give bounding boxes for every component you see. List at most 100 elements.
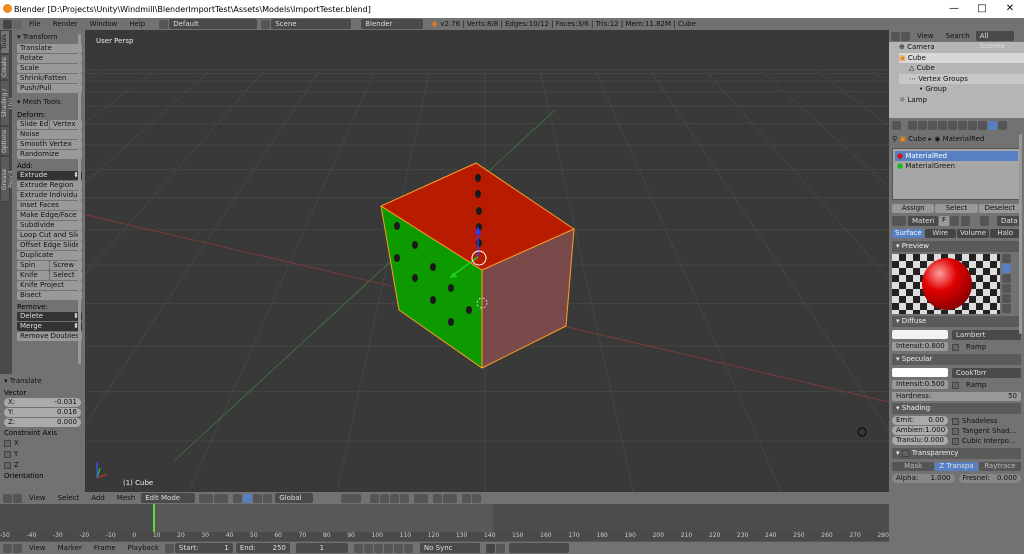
tab-volume[interactable]: Volume [957,229,989,238]
select-button[interactable]: Select [935,204,978,213]
tab-tools[interactable]: Tools [0,30,10,54]
specular-color-swatch[interactable] [892,368,948,377]
keying-set-field[interactable] [508,543,569,553]
viewport-scene[interactable] [85,30,889,492]
assign-button[interactable]: Assign [892,204,935,213]
loop-cut-button[interactable]: Loop Cut and Slide [17,231,82,240]
start-frame-field[interactable]: Start: 1 [174,543,233,553]
menu-marker[interactable]: Marker [52,542,88,554]
fake-user-button[interactable]: F [939,216,950,226]
menu-playback[interactable]: Playback [122,542,165,554]
preview-hair-icon[interactable] [1002,294,1011,303]
outliner-display-select[interactable]: All Scenes [975,31,1014,50]
diffuse-intensity-field[interactable]: Intensit: 0.800 [892,342,948,351]
diffuse-panel-header[interactable]: ▾ Diffuse [892,316,1021,327]
tangent-shading-checkbox[interactable] [952,427,959,435]
constraint-z-checkbox[interactable] [4,461,11,469]
editor-type-icon[interactable] [892,120,901,130]
cubic-interpolation-checkbox[interactable] [952,437,959,445]
deselect-button[interactable]: Deselect [978,204,1021,213]
proportional-edit-icon[interactable] [414,493,429,503]
world-tab-icon[interactable] [938,120,947,130]
randomize-button[interactable]: Randomize [17,150,82,159]
record-icon[interactable] [485,543,495,553]
material-slot-green[interactable]: ● MaterialGreen [895,161,1018,171]
preview-monkey-icon[interactable] [1002,284,1011,293]
layer-buttons-icon[interactable] [341,493,362,503]
knife-button[interactable]: Knife [17,271,49,280]
outliner-view-menu[interactable]: View [911,30,940,42]
outliner-item-lamp[interactable]: ☼ Lamp [899,95,1024,106]
minimize-button[interactable]: — [940,0,968,18]
tab-create[interactable]: Create [0,54,10,80]
outliner-search-menu[interactable]: Search [940,30,976,42]
edge-select-icon[interactable] [380,493,390,503]
jump-key-next-icon[interactable] [393,543,403,553]
tab-shading-uvs[interactable]: Shading / UVs [0,80,15,126]
menu-file[interactable]: File [23,18,47,30]
screen-layout-select[interactable]: Default [169,19,258,29]
transparency-raytrace-button[interactable]: Raytrace [978,462,1021,471]
collapse-icon[interactable] [13,493,22,503]
material-slot-red[interactable]: ● MaterialRed [895,151,1018,161]
mode-select[interactable]: Edit Mode [141,493,196,503]
material-name-field[interactable]: Materi [908,216,938,226]
close-button[interactable]: ✕ [996,0,1024,18]
outliner-item-vertex-groups[interactable]: ⋯ Vertex Groups [899,73,1024,85]
render-engine-select[interactable]: Blender Render [361,19,424,38]
properties-scrollbar[interactable] [1019,134,1022,334]
outliner-item-camera[interactable]: ⊕ Camera [899,42,1024,53]
transparency-panel-header[interactable]: ▾ Transparency [892,448,1021,459]
subdivide-button[interactable]: Subdivide [17,221,82,230]
extrude-dropdown[interactable]: Extrude ⬍ [17,171,82,180]
transparency-ztransp-button[interactable]: Z Transpa [935,462,978,471]
preview-panel-header[interactable]: ▾ Preview [892,241,1021,252]
merge-dropdown[interactable]: Merge ⬍ [17,322,82,331]
vertex-select-icon[interactable] [370,493,380,503]
transparency-mask-button[interactable]: Mask [892,462,935,471]
jump-start-icon[interactable] [353,543,363,553]
editor-type-icon[interactable] [3,493,12,503]
layers-tab-icon[interactable] [918,120,927,130]
node-toggle-icon[interactable] [980,216,990,226]
inset-faces-button[interactable]: Inset Faces [17,201,82,210]
translate-button[interactable]: Translate [17,44,82,53]
shadeless-checkbox[interactable] [952,417,959,425]
scene-tab-icon[interactable] [928,120,937,130]
viewport-3d[interactable]: User Persp (1) Cube [85,30,889,492]
face-select-icon[interactable] [390,493,400,503]
play-icon[interactable] [383,543,393,553]
smooth-vertex-button[interactable]: Smooth Vertex [17,140,82,149]
preview-flat-icon[interactable] [1002,254,1011,263]
offset-edge-slide-button[interactable]: Offset Edge Slide [17,241,82,250]
vector-y-field[interactable]: Y: 0.016 [4,408,81,417]
keyframe-icon[interactable] [495,543,505,553]
opengl-anim-icon[interactable] [472,493,482,503]
push-pull-button[interactable]: Push/Pull [17,84,82,93]
extrude-individual-button[interactable]: Extrude Individual [17,191,82,200]
editor-type-icon[interactable] [3,19,12,29]
collapse-icon[interactable] [13,543,22,553]
scene-select[interactable]: Scene [271,19,352,29]
editor-type-icon[interactable] [891,31,900,41]
specular-intensity-field[interactable]: Intensit: 0.500 [892,380,948,389]
outliner-item-cube[interactable]: ▣ Cube [899,52,1024,64]
tool-shelf-scrollbar[interactable] [78,34,81,364]
preview-range-icon[interactable] [164,543,174,553]
object-tab-icon[interactable] [948,120,957,130]
material-tab-icon[interactable] [988,120,997,130]
scale-button[interactable]: Scale [17,64,82,73]
vector-x-field[interactable]: X: -0.031 [4,398,81,407]
menu-view[interactable]: View [23,492,52,504]
translucency-field[interactable]: Translu: 0.000 [892,436,948,445]
slide-edge-button[interactable]: Slide Ed [17,120,49,129]
transparency-checkbox[interactable] [901,449,909,457]
jump-end-icon[interactable] [403,543,413,553]
menu-render[interactable]: Render [47,18,84,30]
collapse-icon[interactable] [13,19,22,29]
shrink-fatten-button[interactable]: Shrink/Fatten [17,74,82,83]
translate-manipulator-icon[interactable] [243,493,253,503]
noise-button[interactable]: Noise [17,130,82,139]
specular-shader-select[interactable]: CookTorr [952,368,1021,378]
jump-key-prev-icon[interactable] [363,543,373,553]
